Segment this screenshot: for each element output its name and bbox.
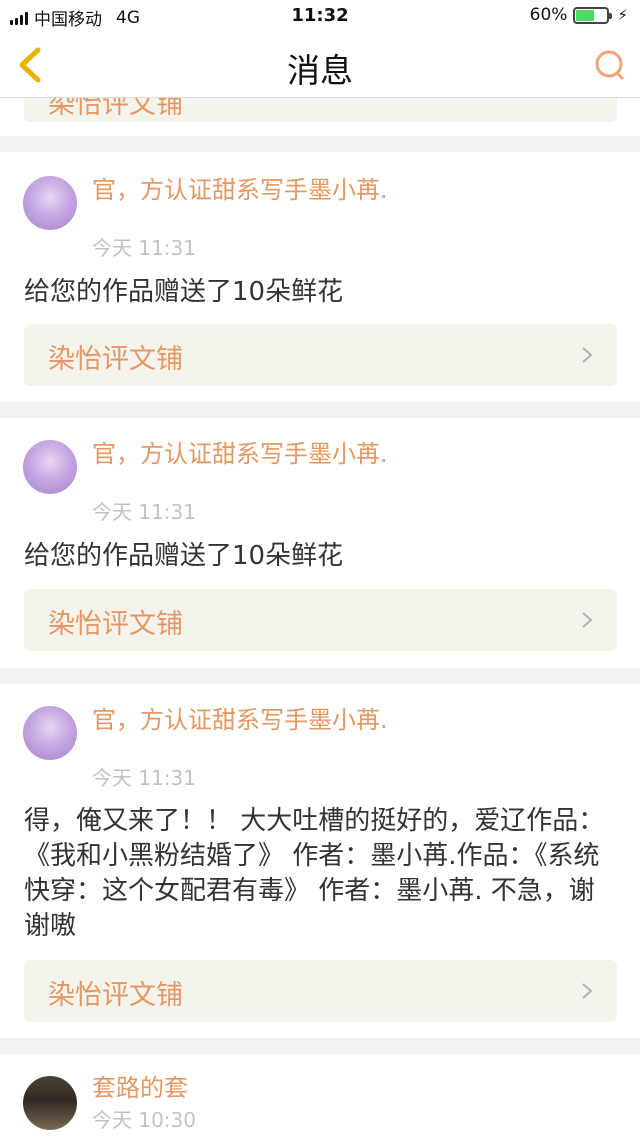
message-card: 官，方认证甜系写手墨小苒. 今天 11:31 得，俺又来了！！ 大大吐槽的挺好的… bbox=[0, 684, 640, 1038]
charging-icon: ⚡ bbox=[617, 6, 628, 24]
message-content: 给您的作品赠送了10朵鲜花 bbox=[24, 541, 344, 571]
nav-bar: 消息 bbox=[0, 32, 640, 98]
message-card: 官，方认证甜系写手墨小苒. 今天 11:31 给您的作品赠送了10朵鲜花 染怡评… bbox=[0, 418, 640, 668]
avatar[interactable] bbox=[23, 706, 77, 760]
message-card: 官，方认证甜系写手墨小苒. 今天 11:31 给您的作品赠送了10朵鲜花 染怡评… bbox=[0, 152, 640, 402]
avatar[interactable] bbox=[23, 1076, 77, 1130]
sender-name[interactable]: 官，方认证甜系写手墨小苒. bbox=[92, 706, 392, 734]
shop-link-card[interactable]: 染怡评文铺 bbox=[24, 98, 617, 122]
message-time: 今天 11:31 bbox=[92, 766, 196, 790]
status-bar: 中国移动 4G 11:32 60% ⚡ bbox=[0, 0, 640, 32]
chevron-right-icon bbox=[582, 347, 593, 363]
search-icon bbox=[595, 50, 624, 80]
shop-link-label: 染怡评文铺 bbox=[48, 344, 183, 375]
shop-link-label: 染怡评文铺 bbox=[48, 609, 183, 640]
message-content: 给您的作品赠送了10朵鲜花 bbox=[24, 277, 344, 307]
page-title: 消息 bbox=[287, 51, 353, 90]
sender-name[interactable]: 套路的套 bbox=[92, 1074, 392, 1102]
message-time: 今天 10:30 bbox=[92, 1108, 196, 1132]
message-content: 得，俺又来了！！ 大大吐槽的挺好的，爱辽作品：《我和小黑粉结婚了》 作者：墨小苒… bbox=[24, 806, 605, 941]
shop-link-label: 染怡评文铺 bbox=[48, 98, 183, 120]
chevron-right-icon bbox=[582, 612, 593, 628]
message-time: 今天 11:31 bbox=[92, 236, 196, 260]
search-button[interactable] bbox=[592, 47, 628, 83]
chevron-right-icon bbox=[582, 983, 593, 999]
avatar[interactable] bbox=[23, 440, 77, 494]
battery-percent: 60% bbox=[529, 5, 568, 25]
shop-link-card[interactable]: 染怡评文铺 bbox=[24, 589, 617, 651]
message-time: 今天 11:31 bbox=[92, 500, 196, 524]
status-right: 60% ⚡ bbox=[530, 5, 628, 25]
avatar[interactable] bbox=[23, 176, 77, 230]
shop-link-card[interactable]: 染怡评文铺 bbox=[24, 960, 617, 1022]
message-card-partial: 染怡评文铺 bbox=[0, 98, 640, 136]
message-card: 套路的套 今天 10:30 bbox=[0, 1054, 640, 1138]
shop-link-label: 染怡评文铺 bbox=[48, 980, 183, 1011]
sender-name[interactable]: 官，方认证甜系写手墨小苒. bbox=[92, 440, 392, 468]
shop-link-card[interactable]: 染怡评文铺 bbox=[24, 324, 617, 386]
battery-icon bbox=[573, 6, 613, 24]
sender-name[interactable]: 官，方认证甜系写手墨小苒. bbox=[92, 176, 392, 204]
